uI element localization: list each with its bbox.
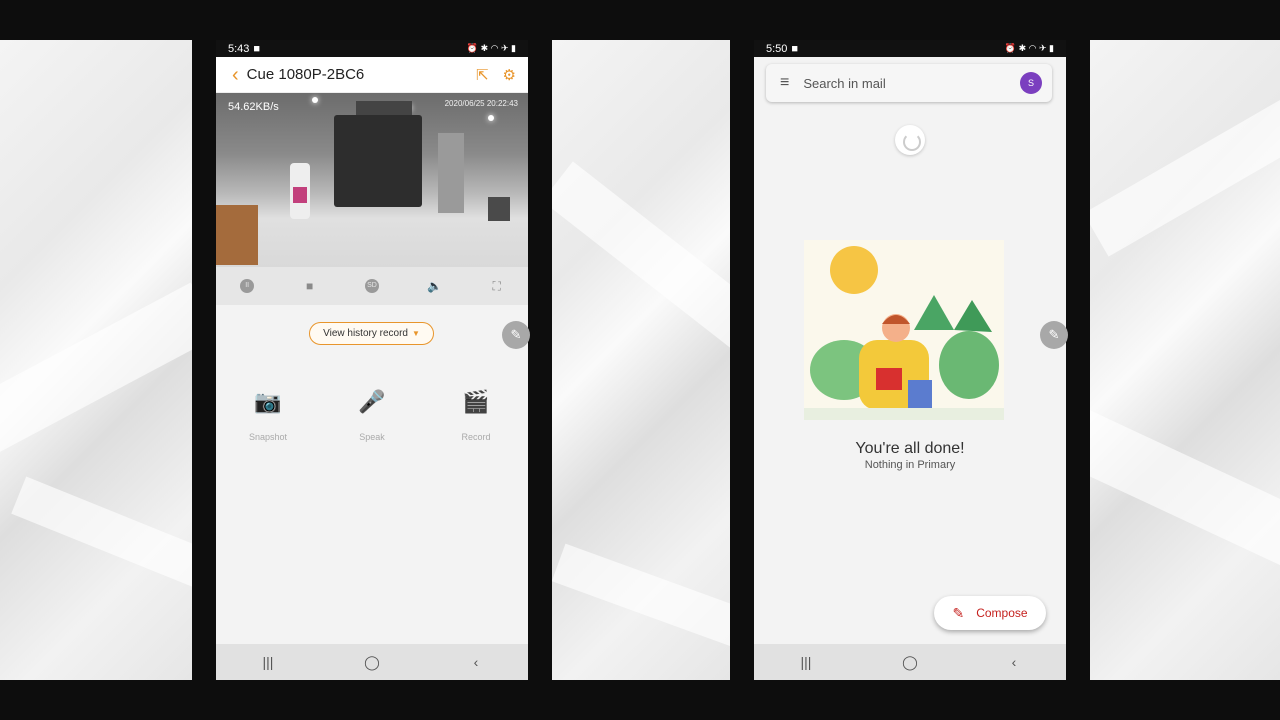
status-icons: ⏰ ✱ ◠ ✈ ▮ — [1004, 43, 1054, 53]
video-timestamp: 2020/06/25 20:22:43 — [444, 99, 518, 108]
view-history-button[interactable]: View history record ▼ — [309, 322, 434, 345]
status-time: 5:50 — [766, 42, 788, 55]
avatar[interactable]: S — [1020, 72, 1042, 94]
back-button[interactable]: ‹ — [456, 654, 496, 670]
screen: 5:43 ■ ⏰ ✱ ◠ ✈ ▮ ‹ Cue 1080P-2BC6 ⇱ ⚙ 54… — [0, 0, 1280, 720]
microphone-icon: 🎤 — [358, 389, 386, 414]
app-header: ‹ Cue 1080P-2BC6 ⇱ ⚙ — [216, 57, 528, 93]
playback-controls: II ■ SD 🔈 ⛶ — [216, 267, 528, 305]
settings-icon[interactable]: ⚙ — [503, 66, 516, 84]
system-nav-bar: ||| ◯ ‹ — [754, 644, 1066, 680]
hamburger-menu-icon[interactable]: ≡ — [780, 74, 789, 92]
empty-state-title: You're all done! — [855, 440, 965, 457]
bitrate-readout: 54.62KB/s — [228, 101, 279, 113]
video-record-icon: ■ — [791, 42, 799, 55]
back-icon[interactable]: ‹ — [232, 65, 239, 85]
home-button[interactable]: ◯ — [352, 654, 392, 671]
video-scene-door — [438, 133, 464, 213]
ceiling-light — [488, 115, 494, 121]
system-nav-bar: ||| ◯ ‹ — [216, 644, 528, 680]
record-label: Record — [461, 432, 491, 442]
video-scene-machine — [334, 115, 422, 207]
mail-search-bar[interactable]: ≡ Search in mail S — [766, 64, 1052, 102]
speak-button[interactable]: 🎤 Speak — [332, 388, 412, 442]
stop-icon[interactable]: ■ — [303, 279, 317, 293]
home-button[interactable]: ◯ — [890, 654, 930, 671]
ceiling-light — [312, 97, 318, 103]
video-scene-bottle — [290, 163, 310, 219]
status-time: 5:43 — [228, 42, 250, 55]
video-camera-icon: 🎬 — [462, 389, 490, 414]
decorative-panel-middle — [552, 40, 730, 680]
decorative-panel-right — [1090, 40, 1280, 680]
all-done-illustration-icon — [804, 240, 1004, 420]
record-button[interactable]: 🎬 Record — [436, 388, 516, 442]
view-history-label: View history record — [323, 328, 408, 339]
phone-mail-app: 5:50 ■ ⏰ ✱ ◠ ✈ ▮ ≡ Search in mail S You'… — [754, 40, 1066, 680]
camera-actions: 📷 Snapshot 🎤 Speak 🎬 Record — [216, 388, 528, 442]
phone-camera-app: 5:43 ■ ⏰ ✱ ◠ ✈ ▮ ‹ Cue 1080P-2BC6 ⇱ ⚙ 54… — [216, 40, 528, 680]
video-scene-bin — [488, 197, 510, 221]
status-icons: ⏰ ✱ ◠ ✈ ▮ — [466, 43, 516, 53]
search-input[interactable]: Search in mail — [803, 76, 1020, 91]
snapshot-button[interactable]: 📷 Snapshot — [228, 388, 308, 442]
compose-label: Compose — [976, 606, 1028, 620]
sd-quality-icon[interactable]: SD — [364, 279, 379, 293]
pencil-icon[interactable]: ✎ — [502, 321, 530, 349]
pencil-icon[interactable]: ✎ — [1040, 321, 1068, 349]
camera-icon: 📷 — [254, 389, 282, 414]
compose-button[interactable]: ✎ Compose — [934, 596, 1046, 630]
camera-title: Cue 1080P-2BC6 — [246, 66, 365, 83]
video-record-icon: ■ — [253, 42, 261, 55]
pause-icon[interactable]: II — [240, 279, 255, 293]
snapshot-label: Snapshot — [248, 432, 288, 442]
status-bar: 5:43 ■ ⏰ ✱ ◠ ✈ ▮ — [216, 40, 528, 57]
share-icon[interactable]: ⇱ — [476, 66, 489, 84]
chevron-down-icon: ▼ — [411, 329, 420, 338]
decorative-panel-left — [0, 40, 192, 680]
live-video-feed[interactable]: 54.62KB/s 2020/06/25 20:22:43 — [216, 93, 528, 267]
video-scene-box — [216, 205, 258, 265]
recents-button[interactable]: ||| — [786, 654, 826, 670]
fullscreen-icon[interactable]: ⛶ — [490, 279, 504, 293]
recents-button[interactable]: ||| — [248, 654, 288, 670]
back-button[interactable]: ‹ — [994, 654, 1034, 670]
speak-label: Speak — [359, 432, 385, 442]
pencil-icon: ✎ — [952, 604, 965, 621]
loading-spinner-icon — [895, 125, 925, 155]
status-bar: 5:50 ■ ⏰ ✱ ◠ ✈ ▮ — [754, 40, 1066, 57]
empty-state-subtitle: Nothing in Primary — [864, 459, 956, 471]
mute-icon[interactable]: 🔈 — [427, 279, 442, 293]
